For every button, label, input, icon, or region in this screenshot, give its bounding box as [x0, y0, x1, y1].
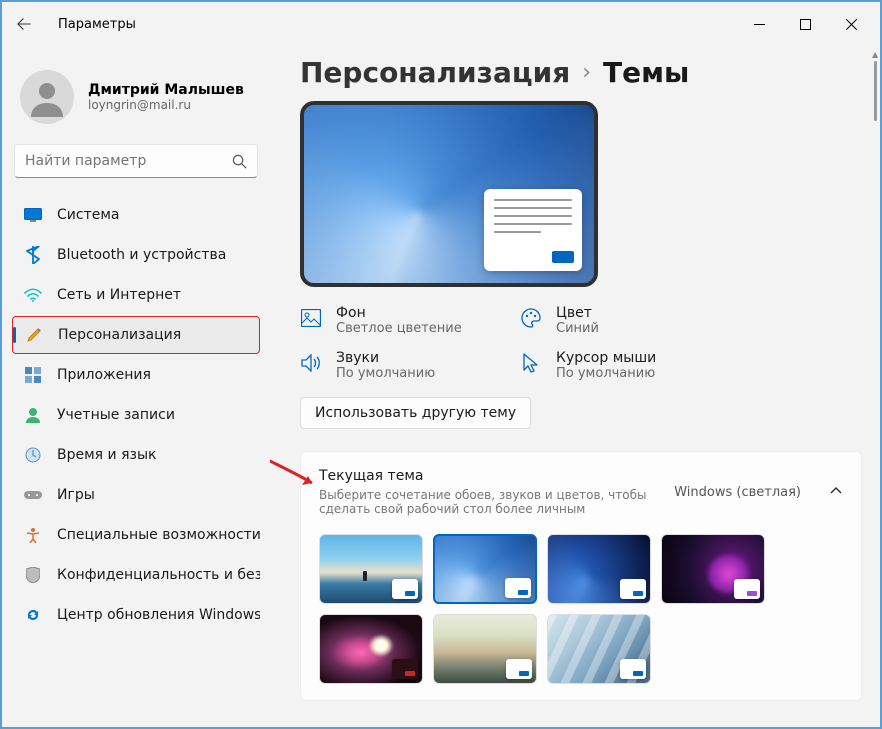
sidebar-item-bluetooth[interactable]: Bluetooth и устройства — [12, 236, 260, 274]
theme-thumb[interactable] — [319, 534, 423, 604]
sidebar-item-label: Центр обновления Windows — [57, 607, 260, 623]
current-theme-panel[interactable]: Текущая тема Выберите сочетание обоев, з… — [300, 451, 862, 701]
chevron-up-icon[interactable] — [829, 483, 843, 502]
person-icon — [27, 77, 67, 117]
sidebar-item-time-language[interactable]: Время и язык — [12, 436, 260, 474]
theme-thumb[interactable] — [661, 534, 765, 604]
search-box[interactable] — [14, 144, 258, 178]
theme-option-sounds[interactable]: ЗвукиПо умолчанию — [300, 350, 490, 381]
search-input[interactable] — [25, 153, 232, 169]
search-icon — [232, 154, 247, 169]
preview-window-card — [484, 189, 582, 271]
sidebar-item-windows-update[interactable]: Центр обновления Windows — [12, 596, 260, 634]
main-content: Персонализация › Темы ФонСветлое цветени… — [270, 46, 880, 727]
option-value: Светлое цветение — [336, 321, 462, 336]
theme-option-background[interactable]: ФонСветлое цветение — [300, 305, 490, 336]
theme-thumb[interactable] — [433, 614, 537, 684]
profile-name: Дмитрий Малышев — [88, 82, 244, 98]
titlebar: Параметры — [2, 2, 880, 46]
option-value: По умолчанию — [336, 366, 435, 381]
palette-icon — [520, 307, 542, 329]
bluetooth-icon — [24, 246, 42, 264]
theme-thumb-selected[interactable] — [433, 534, 537, 604]
scroll-up-icon[interactable]: ▲ — [872, 50, 878, 59]
wifi-icon — [24, 286, 42, 304]
option-value: Синий — [556, 321, 599, 336]
clock-globe-icon — [24, 446, 42, 464]
update-icon — [24, 606, 42, 624]
option-label: Цвет — [556, 305, 599, 321]
theme-option-cursor[interactable]: Курсор мышиПо умолчанию — [520, 350, 710, 381]
sidebar-item-network[interactable]: Сеть и Интернет — [12, 276, 260, 314]
theme-thumb[interactable] — [319, 614, 423, 684]
sidebar-item-label: Персонализация — [58, 327, 181, 343]
sidebar-item-gaming[interactable]: Игры — [12, 476, 260, 514]
apps-icon — [24, 366, 42, 384]
breadcrumb: Персонализация › Темы — [300, 56, 862, 89]
sidebar-item-label: Bluetooth и устройства — [57, 247, 226, 263]
option-label: Курсор мыши — [556, 350, 656, 366]
panel-title: Текущая тема — [319, 468, 658, 484]
panel-subtitle: Выберите сочетание обоев, звуков и цвето… — [319, 488, 658, 516]
close-icon — [846, 19, 857, 30]
option-label: Фон — [336, 305, 462, 321]
shield-icon — [24, 566, 42, 584]
sidebar-item-label: Учетные записи — [57, 407, 175, 423]
maximize-button[interactable] — [782, 8, 828, 40]
profile-block[interactable]: Дмитрий Малышев loyngrin@mail.ru — [10, 54, 262, 144]
person-icon — [24, 406, 42, 424]
use-other-theme-button[interactable]: Использовать другую тему — [300, 397, 531, 429]
theme-thumb[interactable] — [547, 534, 651, 604]
panel-value: Windows (светлая) — [674, 485, 801, 500]
scroll-thumb[interactable] — [874, 61, 877, 121]
scrollbar[interactable]: ▲ — [872, 50, 878, 123]
avatar — [20, 70, 74, 124]
sidebar-item-label: Конфиденциальность и безопасность — [57, 567, 260, 583]
gamepad-icon — [24, 486, 42, 504]
arrow-left-icon — [17, 17, 31, 31]
maximize-icon — [800, 19, 811, 30]
sidebar-item-privacy[interactable]: Конфиденциальность и безопасность — [12, 556, 260, 594]
sidebar-item-label: Сеть и Интернет — [57, 287, 181, 303]
display-icon — [24, 206, 42, 224]
theme-option-color[interactable]: ЦветСиний — [520, 305, 710, 336]
profile-email: loyngrin@mail.ru — [88, 98, 244, 112]
sidebar-item-label: Приложения — [57, 367, 151, 383]
picture-icon — [300, 307, 322, 329]
sidebar-item-label: Система — [57, 207, 119, 223]
sidebar-item-personalization[interactable]: Персонализация — [12, 316, 260, 354]
option-label: Звуки — [336, 350, 435, 366]
minimize-icon — [754, 19, 765, 30]
back-button[interactable] — [8, 8, 40, 40]
chevron-right-icon: › — [582, 60, 591, 85]
sidebar-item-label: Игры — [57, 487, 95, 503]
theme-thumbnails — [319, 534, 843, 684]
sidebar: Дмитрий Малышев loyngrin@mail.ru Система… — [2, 46, 270, 727]
close-button[interactable] — [828, 8, 874, 40]
option-value: По умолчанию — [556, 366, 656, 381]
breadcrumb-current: Темы — [603, 56, 689, 89]
accessibility-icon — [24, 526, 42, 544]
theme-preview — [300, 101, 598, 287]
sidebar-item-label: Специальные возможности — [57, 527, 260, 543]
sound-icon — [300, 352, 322, 374]
sidebar-item-apps[interactable]: Приложения — [12, 356, 260, 394]
theme-thumb[interactable] — [547, 614, 651, 684]
cursor-icon — [520, 352, 542, 374]
paintbrush-icon — [25, 326, 43, 344]
minimize-button[interactable] — [736, 8, 782, 40]
nav-list: Система Bluetooth и устройства Сеть и Ин… — [10, 196, 262, 634]
sidebar-item-system[interactable]: Система — [12, 196, 260, 234]
sidebar-item-accessibility[interactable]: Специальные возможности — [12, 516, 260, 554]
window-title: Параметры — [58, 17, 136, 32]
sidebar-item-accounts[interactable]: Учетные записи — [12, 396, 260, 434]
sidebar-item-label: Время и язык — [57, 447, 156, 463]
breadcrumb-parent[interactable]: Персонализация — [300, 56, 570, 89]
